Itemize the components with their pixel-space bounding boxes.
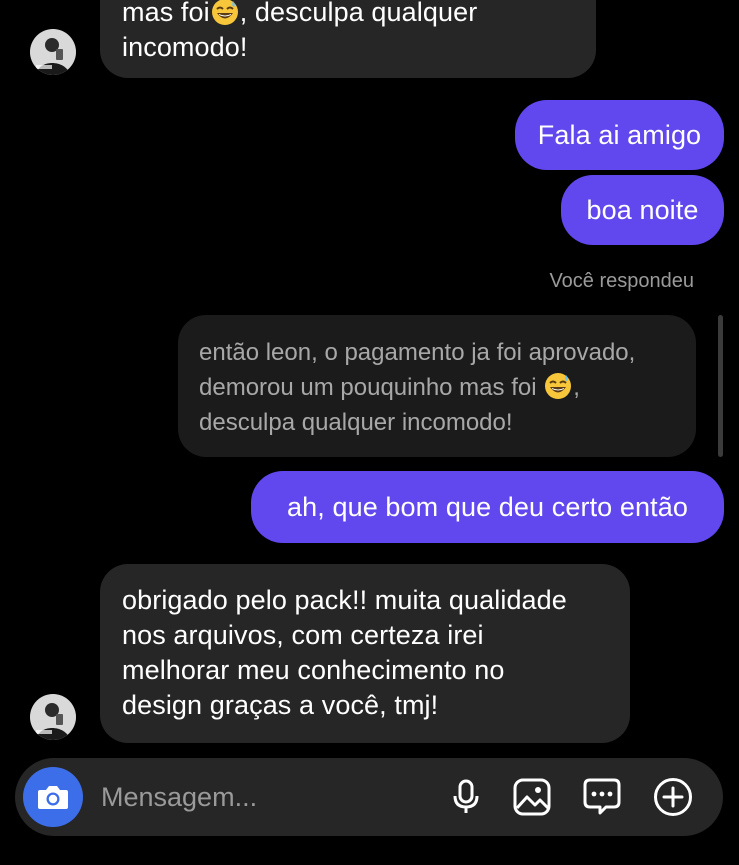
sent-message[interactable]: Fala ai amigo (515, 100, 724, 170)
plus-circle-icon (654, 778, 692, 816)
quoted-text: então leon, o pagamento ja foi aprovado, (199, 339, 636, 366)
message-text: , desculpa qualquer (239, 0, 478, 27)
message-text: design graças a você, tmj! (122, 690, 439, 720)
microphone-icon (453, 779, 479, 813)
sticker-button[interactable] (582, 777, 622, 817)
sent-message[interactable]: boa noite (561, 175, 724, 245)
message-text: melhorar meu conhecimento no (122, 655, 505, 685)
camera-button[interactable] (23, 767, 83, 827)
reply-label: Você respondeu (549, 270, 694, 292)
microphone-button[interactable] (446, 777, 486, 817)
sent-message[interactable]: ah, que bom que deu certo então (251, 471, 724, 543)
message-text: Fala ai amigo (537, 120, 702, 150)
quoted-message[interactable]: então leon, o pagamento ja foi aprovado,… (178, 315, 696, 457)
camera-icon (38, 786, 68, 809)
gallery-button[interactable] (512, 777, 552, 817)
image-icon (513, 778, 551, 816)
message-text: incomodo! (122, 32, 248, 62)
contact-avatar[interactable] (30, 29, 76, 75)
message-input[interactable] (101, 758, 431, 836)
message-text: ah, que bom que deu certo então (287, 492, 688, 522)
contact-avatar[interactable] (30, 694, 76, 740)
avatar-photo-icon (30, 29, 76, 75)
received-message[interactable]: mas foi , desculpa qualquer incomodo! (100, 0, 596, 78)
sticker-chat-icon (583, 778, 621, 815)
add-button[interactable] (653, 777, 693, 817)
reply-indicator-bar (718, 315, 723, 457)
message-text: boa noite (586, 195, 699, 225)
quoted-text: demorou um pouquinho mas foi (199, 374, 537, 401)
message-composer (15, 758, 723, 836)
message-text: obrigado pelo pack!! muita qualidade (122, 585, 567, 615)
grinning-sweat-emoji-icon (211, 0, 239, 26)
grinning-sweat-emoji-icon (544, 372, 572, 400)
message-text: nos arquivos, com certeza irei (122, 620, 484, 650)
received-message[interactable]: obrigado pelo pack!! muita qualidade nos… (100, 564, 630, 743)
message-text: mas foi (122, 0, 210, 27)
quoted-text: desculpa qualquer incomodo! (199, 409, 513, 436)
avatar-photo-icon (30, 694, 76, 740)
quoted-text: , (573, 374, 580, 401)
